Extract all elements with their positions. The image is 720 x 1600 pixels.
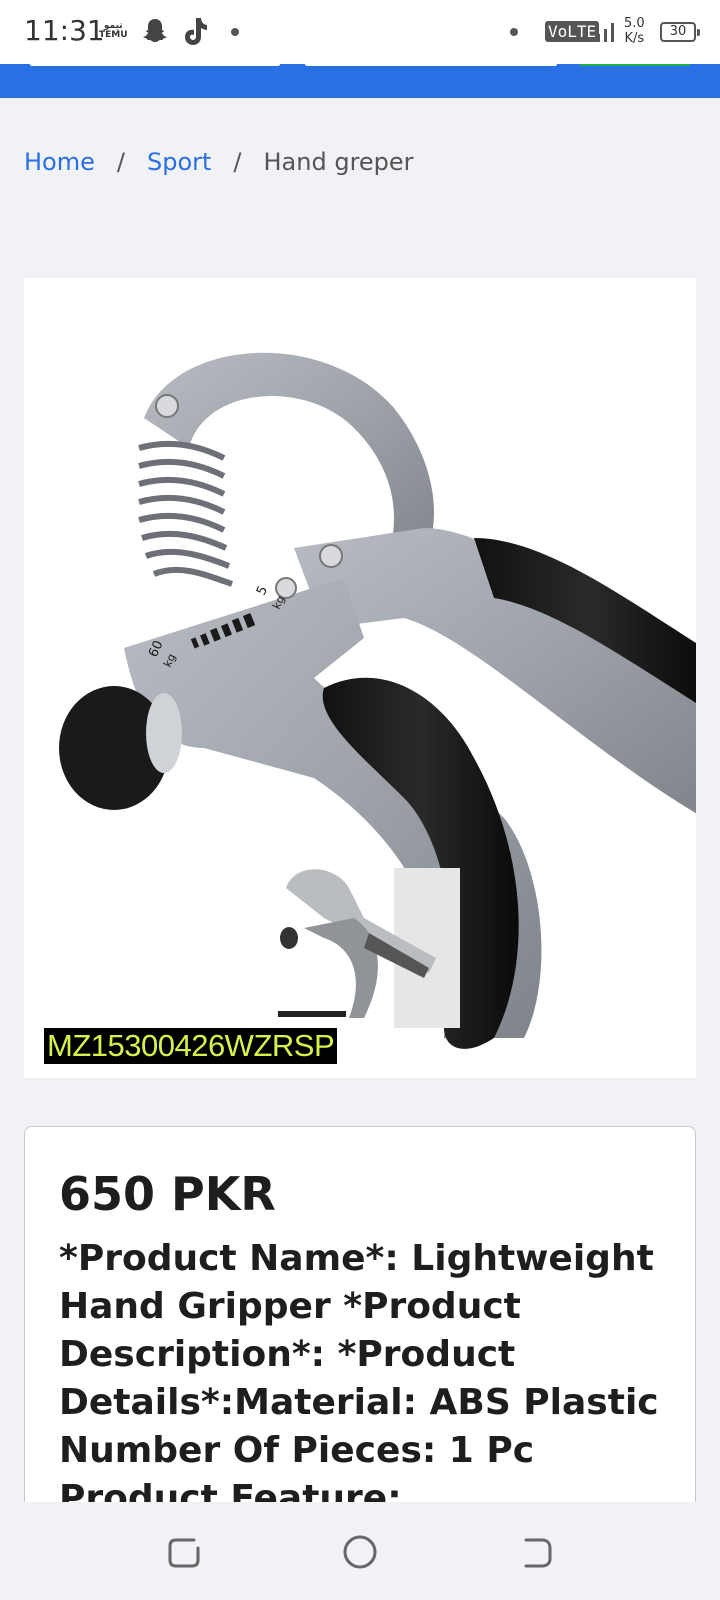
temu-label: TEMU: [99, 30, 128, 40]
system-nav-bar: [0, 1502, 720, 1600]
notification-dot: [231, 28, 239, 36]
status-dot: [510, 28, 518, 36]
home-circle-icon[interactable]: [340, 1532, 380, 1572]
snapchat-icon: [143, 19, 167, 42]
breadcrumb-current: Hand greper: [263, 148, 414, 176]
product-description: *Product Name*: Lightweight Hand Gripper…: [59, 1238, 659, 1519]
thumbnail-inset: [278, 868, 460, 1028]
breadcrumb-separator: /: [233, 148, 242, 176]
product-price: 650 PKR: [59, 1167, 276, 1221]
signal-icon: [590, 23, 614, 42]
tiktok-icon: [185, 18, 207, 45]
temu-notification-icon: ﺗﻴﻤﻮ TEMU: [99, 22, 128, 40]
product-image[interactable]: 5 kg 60 kg MZ15300426WZRSP: [24, 278, 696, 1078]
site-header: [0, 64, 720, 98]
header-input-field[interactable]: [305, 64, 557, 66]
speed-value: 5.0: [624, 16, 645, 31]
gauge-top-label: 5: [254, 584, 271, 598]
product-info-card: 650 PKR *Product Name*: Lightweight Hand…: [24, 1126, 696, 1526]
header-search-field[interactable]: [30, 64, 280, 66]
header-action-button[interactable]: [580, 64, 690, 66]
status-time: 11:31: [24, 14, 105, 47]
breadcrumb-separator: /: [116, 148, 125, 176]
recent-apps-icon[interactable]: [164, 1532, 204, 1572]
status-bar: 11:31 ﺗﻴﻤﻮ TEMU VoLTE 5.0 K/s 30: [0, 0, 720, 64]
speed-unit: K/s: [624, 31, 645, 46]
breadcrumb-sport[interactable]: Sport: [147, 148, 211, 176]
breadcrumb: Home / Sport / Hand greper: [24, 148, 414, 176]
image-sku-label: MZ15300426WZRSP: [44, 1028, 338, 1064]
breadcrumb-home[interactable]: Home: [24, 148, 95, 176]
battery-icon: 30: [660, 22, 700, 42]
hand-gripper-illustration: 5 kg 60 kg: [59, 352, 696, 1049]
back-icon[interactable]: [516, 1532, 556, 1572]
network-speed: 5.0 K/s: [624, 16, 645, 46]
